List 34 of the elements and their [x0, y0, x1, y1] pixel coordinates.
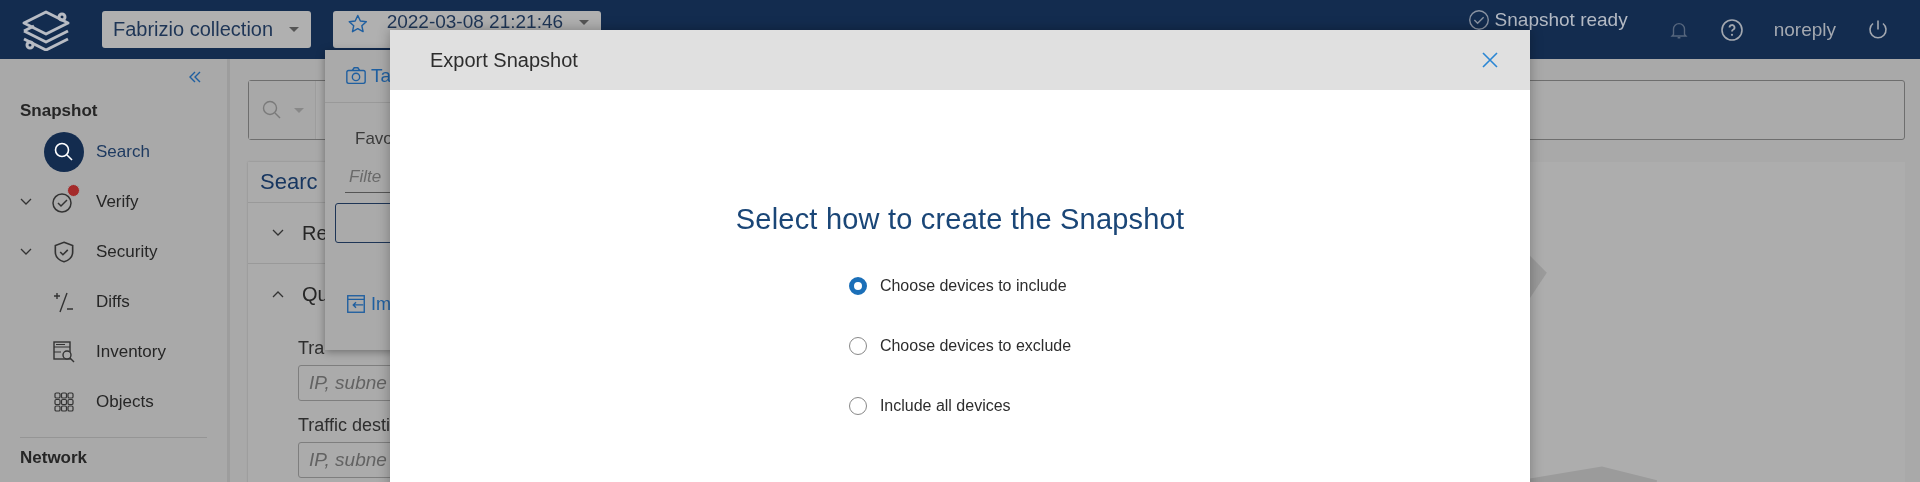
logo-icon[interactable] — [20, 8, 72, 51]
check-circle-icon — [1468, 9, 1489, 30]
chevron-down-icon[interactable] — [20, 248, 32, 256]
sidebar-item[interactable]: Inventory — [20, 327, 207, 377]
radio-option[interactable]: Include all devices — [848, 394, 1072, 418]
plus-minus-icon — [52, 290, 76, 314]
dialog-heading: Select how to create the Snapshot — [735, 203, 1185, 236]
sidebar-item[interactable]: Verify — [20, 177, 207, 227]
search-icon — [44, 132, 84, 172]
chevron-down-icon — [272, 229, 284, 237]
help-icon[interactable] — [1719, 17, 1744, 42]
close-icon[interactable] — [1480, 50, 1500, 70]
sidebar-item[interactable]: Diffs — [20, 277, 207, 327]
collection-dropdown[interactable]: Fabrizio collection — [102, 11, 312, 48]
radio-option[interactable]: Choose devices to include — [848, 274, 1072, 298]
field-label: Traffic desti — [298, 415, 392, 436]
section-title: Snapshot — [20, 101, 99, 121]
user-name[interactable]: noreply — [1773, 18, 1836, 41]
chevron-up-icon — [272, 290, 284, 298]
camera-icon — [345, 65, 367, 87]
radio-option[interactable]: Choose devices to exclude — [848, 334, 1072, 358]
status-text: Snapshot ready — [1494, 10, 1628, 29]
star-icon[interactable] — [347, 13, 369, 35]
sidebar-item[interactable]: Objects — [20, 377, 207, 427]
dialog-title: Export Snapshot — [430, 48, 578, 72]
field-label: Tra — [298, 338, 326, 359]
chevron-down-icon[interactable] — [20, 198, 32, 206]
collapse-icon[interactable] — [187, 69, 203, 85]
inventory-icon — [52, 340, 76, 364]
section-title: Network — [20, 448, 89, 468]
grid-icon — [54, 392, 74, 412]
sidebar-item[interactable]: Search — [20, 127, 207, 177]
import-icon — [345, 293, 367, 315]
sidebar-item[interactable]: Security — [20, 227, 207, 277]
